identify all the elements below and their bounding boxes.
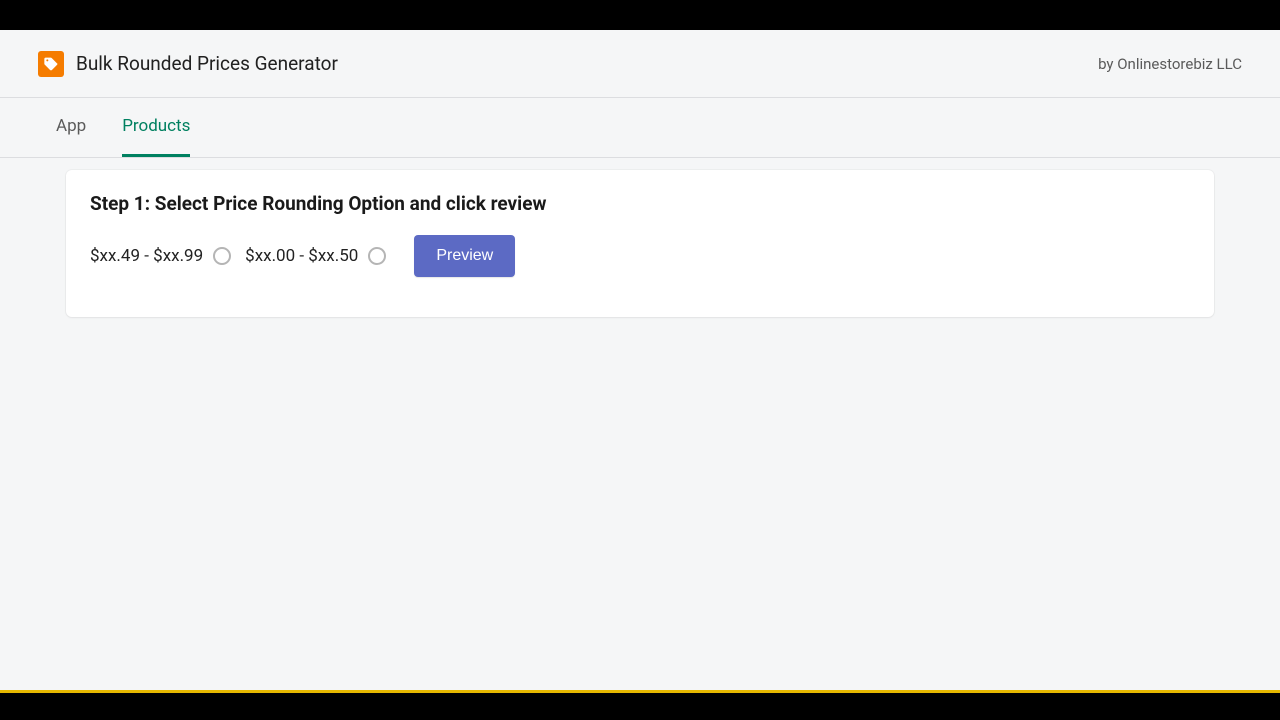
tab-app[interactable]: App xyxy=(56,98,86,157)
main-content: Step 1: Select Price Rounding Option and… xyxy=(0,158,1280,317)
top-black-bar xyxy=(0,0,1280,30)
app-title: Bulk Rounded Prices Generator xyxy=(76,52,338,75)
card-title: Step 1: Select Price Rounding Option and… xyxy=(90,192,1190,215)
app-header: Bulk Rounded Prices Generator by Onlines… xyxy=(0,30,1280,98)
option-group-1: $xx.49 - $xx.99 xyxy=(90,246,231,266)
tab-label: Products xyxy=(122,116,190,136)
tab-label: App xyxy=(56,116,86,136)
radio-option-1[interactable] xyxy=(213,247,231,265)
header-left: Bulk Rounded Prices Generator xyxy=(38,51,338,77)
byline: by Onlinestorebiz LLC xyxy=(1098,55,1242,73)
option-group-2: $xx.00 - $xx.50 xyxy=(245,246,386,266)
price-tag-icon xyxy=(38,51,64,77)
preview-button[interactable]: Preview xyxy=(414,235,515,277)
option-row: $xx.49 - $xx.99 $xx.00 - $xx.50 Preview xyxy=(90,235,1190,277)
step-card: Step 1: Select Price Rounding Option and… xyxy=(66,170,1214,317)
bottom-black-bar xyxy=(0,690,1280,720)
option-label-2: $xx.00 - $xx.50 xyxy=(245,246,358,266)
radio-option-2[interactable] xyxy=(368,247,386,265)
tab-bar: App Products xyxy=(0,98,1280,158)
tab-products[interactable]: Products xyxy=(122,98,190,157)
option-label-1: $xx.49 - $xx.99 xyxy=(90,246,203,266)
